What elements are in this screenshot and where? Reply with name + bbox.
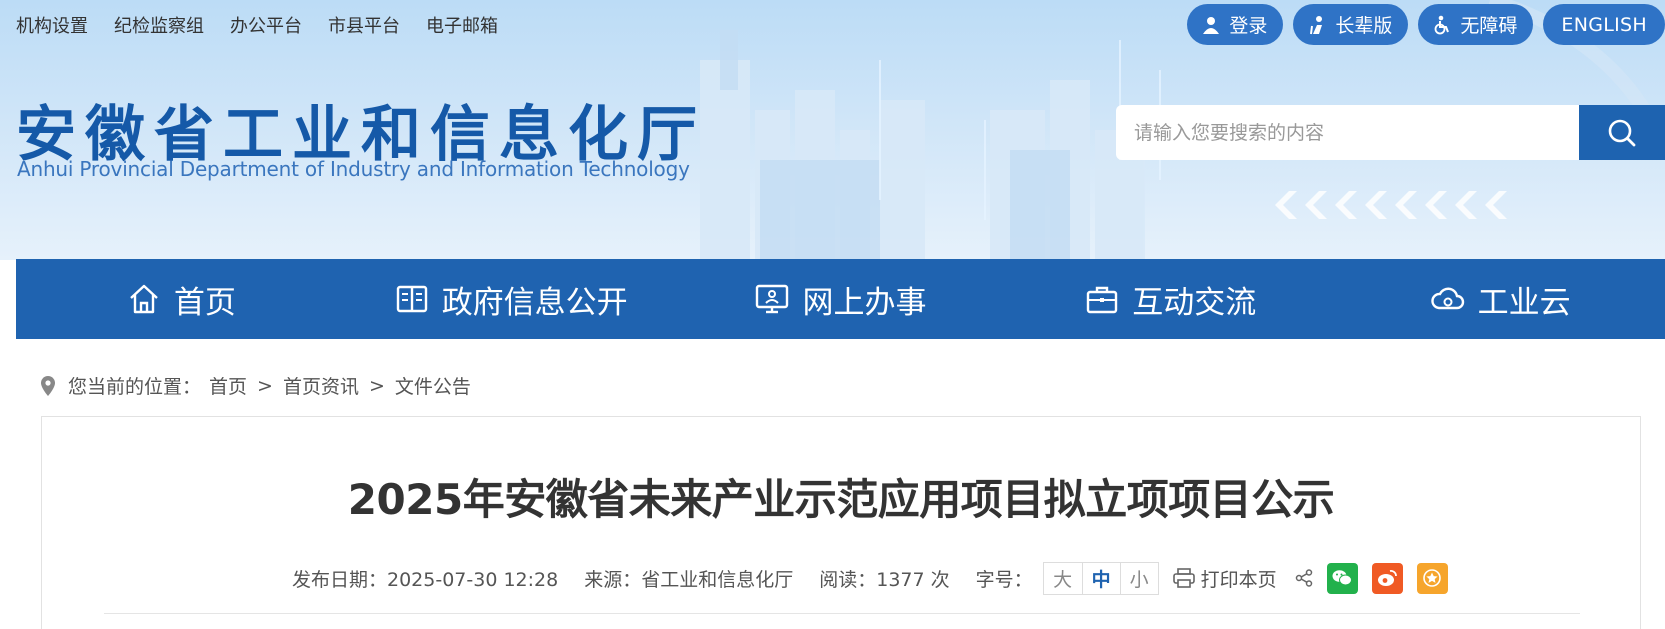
english-label: ENGLISH [1561,13,1647,36]
nav-label-online-service: 网上办事 [802,284,927,321]
search-button[interactable] [1579,105,1665,160]
top-link-city[interactable]: 市县平台 [328,12,400,38]
elder-label: 长辈版 [1335,15,1393,37]
printer-icon [1172,568,1195,588]
weibo-icon [1378,570,1398,586]
read-count: 阅读：1377 次 [819,568,950,591]
share-icon [1295,569,1312,587]
wechat-icon [1332,570,1353,586]
briefcase-icon [1087,286,1118,314]
login-button[interactable]: 登录 [1187,4,1284,45]
breadcrumb: 您当前的位置： 首页 > 首页资讯 > 文件公告 [40,372,471,399]
share-weibo-button[interactable] [1371,562,1403,594]
cloud-gear-icon [1430,287,1464,310]
wheelchair-icon [1435,15,1450,34]
search-icon [1608,119,1636,146]
font-size-medium[interactable]: 中 [1081,562,1120,594]
nav-item-online-service[interactable]: 网上办事 [676,259,1006,339]
font-size-large[interactable]: 大 [1044,563,1082,594]
breadcrumb-prefix: 您当前的位置： [68,376,202,398]
login-label: 登录 [1229,15,1268,37]
star-icon [1423,569,1441,587]
publish-date: 发布日期：2025-07-30 12:28 [292,568,559,591]
share-wechat-button[interactable] [1326,562,1358,594]
monitor-icon [756,284,789,314]
top-link-office[interactable]: 办公平台 [230,12,302,38]
elder-icon [1310,15,1323,34]
english-button[interactable]: ENGLISH [1543,4,1665,45]
top-link-email[interactable]: 电子邮箱 [426,12,498,38]
top-link-discipline[interactable]: 纪检监察组 [114,12,204,38]
nav-item-industry-cloud[interactable]: 工业云 [1335,259,1665,339]
nav-item-home[interactable]: 首页 [16,259,346,339]
main-nav: 首页 政府信息公开 网上办事 互动交流 工业云 [16,259,1665,339]
home-icon [130,284,158,314]
share-bar [1295,562,1448,594]
location-pin-icon [41,375,55,396]
font-size-switcher: 大 中 小 [1042,561,1159,595]
nav-label-home: 首页 [173,284,236,321]
accessible-label: 无障碍 [1460,15,1518,37]
elder-mode-button[interactable]: 长辈版 [1293,4,1409,45]
nav-item-gov-info[interactable]: 政府信息公开 [346,259,676,339]
article-source: 来源：省工业和信息化厅 [584,568,794,591]
accessibility-button[interactable]: 无障碍 [1418,4,1534,45]
favorite-button[interactable] [1416,562,1448,594]
meta-divider [104,613,1580,614]
print-label: 打印本页 [1200,568,1277,591]
site-logo-english: Anhui Provincial Department of Industry … [17,157,690,181]
top-links-bar: 机构设置 纪检监察组 办公平台 市县平台 电子邮箱 [16,12,498,38]
breadcrumb-separator: > [368,374,385,397]
font-size-small[interactable]: 小 [1119,562,1158,594]
nav-label-gov-info: 政府信息公开 [441,284,628,321]
user-icon [1203,16,1220,34]
search-input[interactable] [1116,105,1579,160]
top-link-org[interactable]: 机构设置 [16,12,88,38]
book-icon [396,285,427,313]
search-box [1116,105,1665,160]
print-button[interactable]: 打印本页 [1172,565,1277,592]
breadcrumb-separator: > [257,374,273,397]
article-meta: 发布日期：2025-07-30 12:28 来源：省工业和信息化厅 阅读：137… [292,558,1448,598]
nav-label-industry-cloud: 工业云 [1477,284,1571,321]
breadcrumb-home[interactable]: 首页 [209,372,247,399]
article-title: 2025年安徽省未来产业示范应用项目拟立项项目公示 [347,475,1335,524]
nav-item-interaction[interactable]: 互动交流 [1005,259,1335,339]
breadcrumb-news[interactable]: 首页资讯 [283,372,359,399]
top-button-row: 登录 长辈版 无障碍 ENGLISH [1187,4,1665,45]
nav-label-interaction: 互动交流 [1132,284,1257,321]
font-size-label: 字号： [975,568,1033,591]
breadcrumb-announcements[interactable]: 文件公告 [395,372,471,399]
